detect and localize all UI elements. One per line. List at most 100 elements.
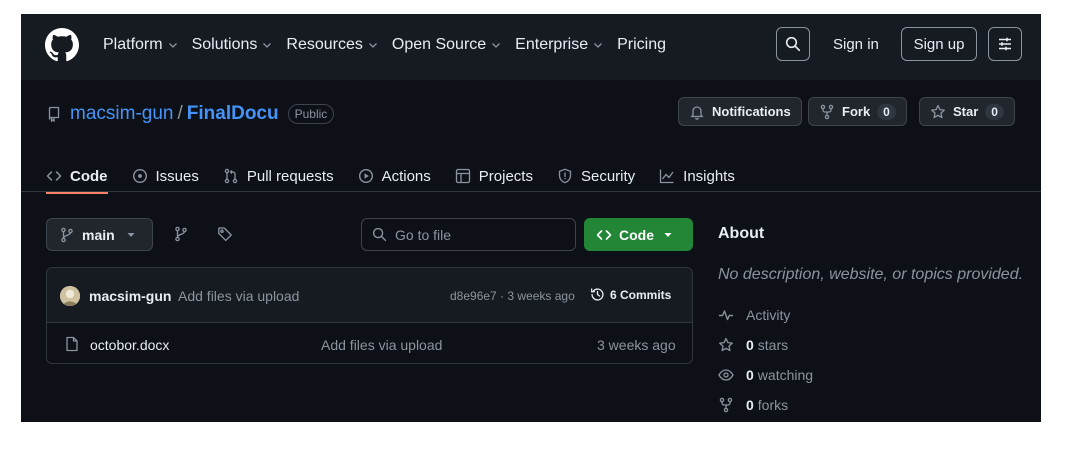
nav-enterprise[interactable]: Enterprise: [515, 36, 603, 54]
chevron-down-icon: [168, 43, 177, 48]
nav-label: Resources: [286, 36, 363, 53]
issue-icon: [132, 168, 147, 184]
star-icon: [719, 337, 733, 352]
file-commit-time: 3 weeks ago: [597, 337, 676, 353]
tab-label: Code: [70, 167, 108, 185]
branches-link[interactable]: [173, 226, 189, 247]
go-to-file-placeholder: Go to file: [395, 226, 452, 243]
fork-label: Fork: [842, 104, 871, 119]
repo-separator: /: [177, 103, 183, 124]
nav-label: Solutions: [191, 36, 258, 53]
tab-actions[interactable]: Actions: [358, 160, 431, 192]
repo-name-link[interactable]: FinalDocu: [187, 103, 279, 125]
github-repo-page: Platform Solutions Resources Open Source…: [21, 14, 1041, 422]
about-heading: About: [718, 225, 765, 242]
repo-header: macsim-gun / FinalDocu Public Notificati…: [21, 80, 1041, 194]
activity-link[interactable]: Activity: [718, 307, 790, 323]
nav-open-source[interactable]: Open Source: [392, 36, 501, 54]
visibility-badge: Public: [287, 104, 335, 124]
watching-count: 0: [746, 367, 754, 383]
nav-label: Pricing: [617, 36, 666, 53]
shield-icon: [558, 168, 572, 184]
avatar[interactable]: [60, 286, 80, 306]
file-icon: [66, 336, 78, 352]
github-logo-icon[interactable]: [45, 28, 79, 62]
branch-name: main: [82, 226, 115, 243]
code-button-label: Code: [619, 226, 654, 243]
latest-commit-bar: macsim-gun Add files via upload d8e96e7 …: [47, 268, 692, 323]
chevron-down-icon: [368, 43, 377, 48]
tab-projects[interactable]: Projects: [455, 160, 533, 192]
tab-pull-requests[interactable]: Pull requests: [223, 160, 334, 192]
activity-label: Activity: [746, 307, 791, 323]
chevron-down-icon: [492, 43, 501, 48]
tab-issues[interactable]: Issues: [132, 160, 199, 192]
tab-label: Pull requests: [246, 167, 334, 185]
repo-icon: [48, 106, 60, 122]
table-row[interactable]: octobor.docx Add files via upload 3 week…: [47, 324, 692, 363]
sliders-icon: [999, 37, 1011, 51]
nav-solutions[interactable]: Solutions: [192, 36, 273, 54]
triangle-down-icon: [664, 232, 672, 237]
watching-link[interactable]: 0 watching: [718, 367, 813, 383]
git-branch-icon: [175, 226, 187, 242]
repo-owner-link[interactable]: macsim-gun: [70, 103, 173, 125]
search-button[interactable]: [776, 27, 810, 61]
fork-button[interactable]: Fork 0: [808, 97, 907, 126]
nav-resources[interactable]: Resources: [286, 36, 377, 54]
commit-hash-time[interactable]: d8e96e7 · 3 weeks ago: [450, 289, 575, 303]
avatar-image: [60, 286, 80, 306]
go-to-file-input[interactable]: Go to file: [361, 218, 576, 251]
code-icon: [46, 171, 62, 181]
forks-count: 0: [746, 397, 754, 413]
nav-platform[interactable]: Platform: [103, 36, 178, 54]
tags-link[interactable]: [217, 226, 233, 247]
table-icon: [455, 168, 470, 184]
nav-pricing[interactable]: Pricing: [617, 36, 666, 54]
about-description: No description, website, or topics provi…: [718, 266, 1024, 283]
tab-label: Projects: [478, 167, 533, 185]
stars-label: stars: [757, 337, 789, 353]
stars-link[interactable]: 0 stars: [718, 337, 788, 353]
commits-history-link[interactable]: 6 Commits: [590, 287, 671, 302]
commit-message-link[interactable]: Add files via upload: [178, 288, 299, 304]
notifications-button[interactable]: Notifications: [678, 97, 802, 126]
tab-insights[interactable]: Insights: [659, 160, 735, 192]
tab-label: Security: [580, 167, 636, 185]
fork-count: 0: [877, 103, 896, 120]
tab-code[interactable]: Code: [46, 160, 108, 194]
tab-security[interactable]: Security: [557, 160, 635, 192]
star-count: 0: [985, 103, 1004, 120]
search-icon: [372, 227, 387, 242]
global-nav: Platform Solutions Resources Open Source…: [103, 14, 680, 76]
file-commit-message[interactable]: Add files via upload: [321, 337, 442, 353]
nav-label: Platform: [103, 36, 163, 53]
watching-label: watching: [757, 367, 814, 383]
tab-label: Actions: [381, 167, 431, 185]
stars-count: 0: [746, 337, 754, 353]
menu-button[interactable]: [988, 27, 1022, 61]
play-icon: [358, 168, 373, 184]
code-download-button[interactable]: Code: [584, 218, 693, 251]
sign-up-button[interactable]: Sign up: [901, 27, 977, 61]
chevron-down-icon: [594, 43, 603, 48]
commits-count: 6 Commits: [610, 287, 672, 302]
branch-selector[interactable]: main: [46, 218, 153, 251]
repo-title: macsim-gun / FinalDocu Public: [46, 100, 335, 128]
star-button[interactable]: Star 0: [919, 97, 1015, 126]
triangle-down-icon: [127, 232, 135, 237]
file-browser: macsim-gun Add files via upload d8e96e7 …: [46, 267, 693, 364]
sign-in-link[interactable]: Sign in: [833, 36, 879, 53]
graph-icon: [660, 169, 674, 184]
fork-icon: [820, 104, 834, 119]
history-icon: [591, 288, 604, 301]
tab-label: Insights: [683, 167, 735, 185]
file-name-link[interactable]: octobor.docx: [90, 337, 169, 353]
tag-icon: [218, 227, 232, 242]
pulse-icon: [718, 310, 734, 321]
commit-author-link[interactable]: macsim-gun: [89, 288, 171, 304]
global-header: Platform Solutions Resources Open Source…: [21, 14, 1041, 80]
pull-request-icon: [224, 168, 238, 184]
forks-link[interactable]: 0 forks: [718, 397, 788, 413]
bell-icon: [690, 105, 704, 120]
